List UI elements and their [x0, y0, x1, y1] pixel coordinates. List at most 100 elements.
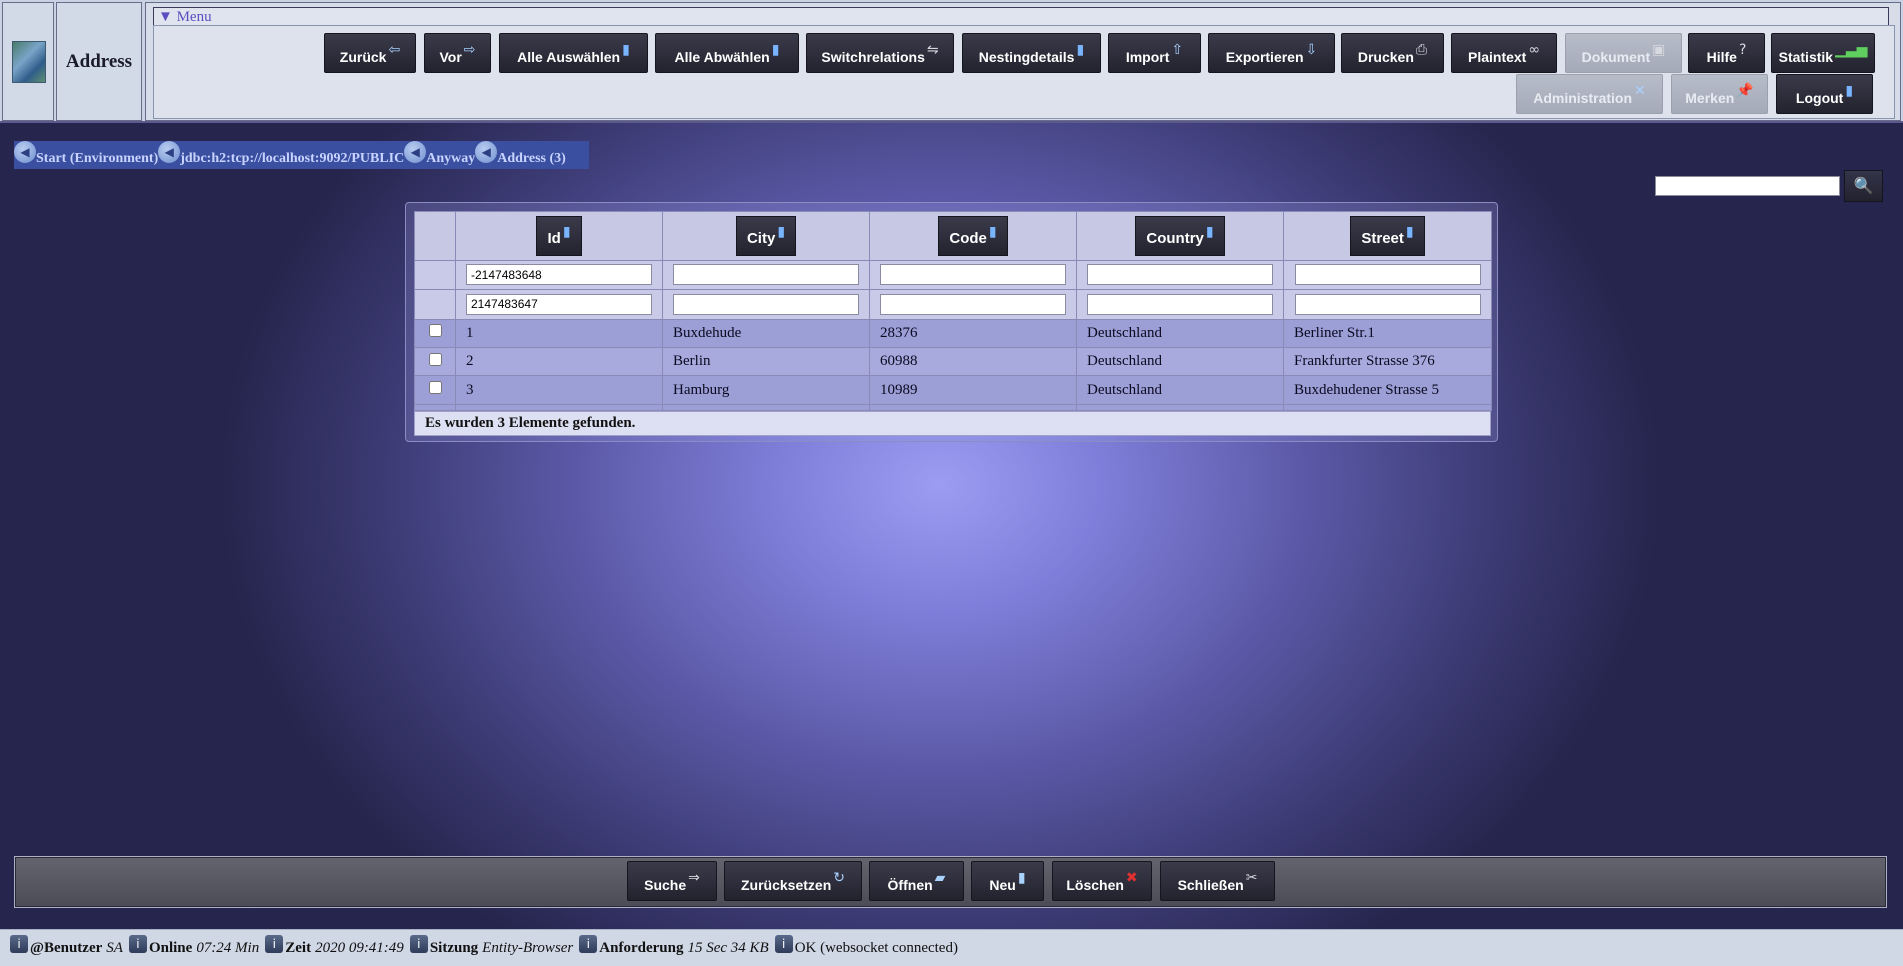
- glasses-icon: ∞: [1528, 42, 1541, 58]
- filter-code-to[interactable]: [880, 293, 1066, 315]
- menu-toggle[interactable]: ▼ Menu: [153, 7, 1889, 27]
- import-button[interactable]: Import ⇧: [1108, 33, 1201, 73]
- zurueck-label: Zurück: [339, 49, 387, 65]
- back-arrow-icon: ◀: [404, 141, 427, 163]
- oeffnen-label: Öffnen: [887, 877, 933, 893]
- merken-button[interactable]: Merken 📌: [1671, 74, 1768, 114]
- bar-chart-icon: ▁▃▅: [1835, 42, 1868, 58]
- alle-auswaehlen-button[interactable]: Alle Auswählen ▮: [499, 33, 648, 73]
- close-icon: ✂: [1245, 870, 1258, 886]
- statistik-label: Statistik: [1778, 49, 1834, 65]
- tools-icon: ✕: [1634, 83, 1646, 99]
- alle-abwaehlen-button[interactable]: Alle Abwählen ▮: [655, 33, 799, 73]
- search-arrow-icon: ⇒: [688, 870, 700, 886]
- switchrelations-label: Switchrelations: [821, 49, 925, 65]
- oeffnen-button[interactable]: Öffnen ▰: [869, 861, 964, 901]
- info-icon: i: [579, 935, 598, 953]
- logout-button[interactable]: Logout ▮: [1776, 74, 1873, 114]
- cell-code: 28376: [869, 318, 1077, 349]
- cell-city: Berlin: [662, 347, 870, 377]
- row-checkbox[interactable]: [428, 381, 442, 395]
- vor-button[interactable]: Vor ⇨: [424, 33, 491, 73]
- sort-street-button[interactable]: Street ▮: [1350, 215, 1425, 256]
- filter-country-from[interactable]: [1087, 264, 1273, 286]
- cell-city: Buxdehude: [662, 318, 870, 349]
- column-label: Street: [1361, 230, 1404, 248]
- page-title: Address: [56, 2, 142, 121]
- vor-label: Vor: [439, 49, 462, 65]
- zuruecksetzen-button[interactable]: Zurücksetzen ↻: [724, 861, 862, 901]
- table-row[interactable]: 1 Buxdehude 28376 Deutschland Berliner S…: [414, 318, 1492, 349]
- back-arrow-icon: ◀: [14, 141, 36, 163]
- arrow-right-icon: ⇨: [463, 42, 476, 58]
- administration-button[interactable]: Administration ✕: [1516, 74, 1663, 114]
- column-header-street: Street ▮: [1283, 211, 1492, 261]
- status-request: i Anforderung 15 Sec 34 KB: [579, 935, 769, 957]
- row-checkbox[interactable]: [428, 352, 442, 366]
- document-icon: ▮: [777, 223, 786, 240]
- filter-code-from[interactable]: [880, 264, 1066, 286]
- table-row[interactable]: 2 Berlin 60988 Deutschland Frankfurter S…: [414, 347, 1492, 377]
- zuruecksetzen-label: Zurücksetzen: [741, 877, 832, 893]
- filter-city-from[interactable]: [673, 264, 859, 286]
- filter-street-to[interactable]: [1294, 293, 1481, 315]
- column-label: City: [746, 230, 776, 248]
- hilfe-button[interactable]: Hilfe ?: [1688, 33, 1765, 73]
- neu-button[interactable]: Neu ▮: [971, 861, 1044, 901]
- suche-button[interactable]: Suche ⇒: [627, 861, 717, 901]
- search-button[interactable]: 🔍: [1844, 170, 1883, 202]
- loeschen-button[interactable]: Löschen ✖: [1052, 861, 1152, 901]
- cell-city: Hamburg: [662, 375, 870, 405]
- sort-code-button[interactable]: Code ▮: [938, 215, 1008, 256]
- select-column-header: [414, 211, 456, 261]
- search-input[interactable]: [1655, 176, 1840, 196]
- filter-id-from[interactable]: [466, 264, 652, 286]
- cell-code: 10989: [869, 375, 1077, 405]
- plaintext-button[interactable]: Plaintext ∞: [1451, 33, 1557, 73]
- nestingdetails-label: Nestingdetails: [978, 49, 1075, 65]
- logo-cell: [2, 2, 54, 121]
- logout-icon: ▮: [1845, 83, 1854, 99]
- info-icon: i: [409, 935, 428, 953]
- breadcrumb-item-connection[interactable]: ◀ jdbc:h2:tcp://localhost:9092/PUBLIC: [158, 141, 404, 167]
- arrow-left-icon: ⇦: [388, 42, 401, 58]
- entity-table: Id ▮ City ▮ Code ▮ Country ▮ Street ▮ -2…: [414, 211, 1492, 412]
- cell-country: Deutschland: [1076, 375, 1284, 405]
- sort-city-button[interactable]: City ▮: [735, 215, 797, 256]
- dokument-button[interactable]: Dokument ▣: [1565, 33, 1682, 73]
- breadcrumb-item-schema[interactable]: ◀ Anyway: [404, 141, 475, 167]
- breadcrumb-label: Address (3): [497, 151, 566, 166]
- breadcrumb: ◀ Start (Environment) ◀ jdbc:h2:tcp://lo…: [14, 141, 589, 169]
- sort-id-button[interactable]: Id ▮: [536, 215, 582, 256]
- plaintext-label: Plaintext: [1467, 49, 1527, 65]
- cell-id: 3: [455, 375, 663, 405]
- table-row[interactable]: 3 Hamburg 10989 Deutschland Buxdehudener…: [414, 375, 1492, 405]
- drucken-button[interactable]: Drucken ⎙: [1341, 33, 1444, 73]
- sort-country-button[interactable]: Country ▮: [1135, 215, 1225, 256]
- zurueck-button[interactable]: Zurück ⇦: [324, 33, 416, 73]
- app-header: Address ▼ Menu Zurück ⇦ Vor ⇨ Alle Auswä…: [0, 0, 1903, 123]
- cell-code: 60988: [869, 347, 1077, 377]
- breadcrumb-item-start[interactable]: ◀ Start (Environment): [14, 141, 158, 167]
- cell-country: Deutschland: [1076, 318, 1284, 349]
- import-label: Import: [1125, 49, 1170, 65]
- app-logo[interactable]: [12, 41, 46, 83]
- filter-street-from[interactable]: [1294, 264, 1481, 286]
- merken-label: Merken: [1685, 90, 1735, 106]
- filter-country-to[interactable]: [1087, 293, 1273, 315]
- statistik-button[interactable]: Statistik ▁▃▅: [1771, 33, 1875, 73]
- filter-city-to[interactable]: [673, 293, 859, 315]
- nestingdetails-button[interactable]: Nestingdetails ▮: [962, 33, 1101, 73]
- switchrelations-button[interactable]: Switchrelations ⇋: [806, 33, 954, 73]
- document-icon: ▮: [622, 42, 630, 58]
- row-checkbox[interactable]: [428, 324, 442, 338]
- cell-id: 1: [455, 318, 663, 349]
- cell-street: Berliner Str.1: [1283, 318, 1492, 349]
- entity-table-panel: Id ▮ City ▮ Code ▮ Country ▮ Street ▮ -2…: [405, 202, 1498, 442]
- result-summary: Es wurden 3 Elemente gefunden.: [414, 411, 1491, 436]
- cell-street: Buxdehudener Strasse 5: [1283, 375, 1492, 405]
- filter-id-to[interactable]: [466, 293, 652, 315]
- exportieren-button[interactable]: Exportieren ⇩: [1208, 33, 1335, 73]
- breadcrumb-item-entity[interactable]: ◀ Address (3): [475, 141, 566, 167]
- schliessen-button[interactable]: Schließen ✂: [1160, 861, 1275, 901]
